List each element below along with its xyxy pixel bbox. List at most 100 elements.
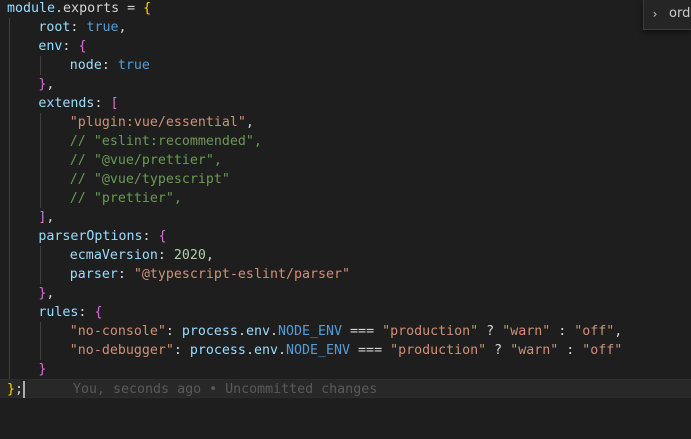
- code-token: module: [7, 1, 56, 16]
- code-token: ,: [614, 324, 623, 339]
- code-token: ?: [486, 343, 511, 358]
- find-input[interactable]: orde: [669, 5, 691, 23]
- code-token: env: [245, 324, 270, 339]
- code-token: extends: [38, 96, 95, 111]
- find-widget[interactable]: › orde: [643, 0, 691, 30]
- code-line[interactable]: },: [0, 75, 691, 94]
- indent-guide: [9, 227, 10, 246]
- indent-guide: [9, 303, 10, 322]
- indent-guide: [9, 189, 10, 208]
- code-token: {: [94, 305, 103, 320]
- code-token: :: [165, 324, 182, 339]
- code-line[interactable]: parser: "@typescript-eslint/parser": [0, 265, 691, 284]
- code-token: process: [181, 324, 238, 339]
- code-token: :: [117, 267, 134, 282]
- code-token: "production": [382, 324, 479, 339]
- code-token: :: [157, 248, 174, 263]
- indent-guide: [40, 246, 42, 265]
- code-line[interactable]: ],: [0, 208, 691, 227]
- code-token: ,: [46, 286, 55, 301]
- indent-guide: [40, 189, 42, 208]
- indent-guide: [40, 341, 42, 360]
- code-token: // "@vue/prettier",: [69, 153, 222, 168]
- code-line[interactable]: extends: [: [0, 94, 691, 113]
- indent-guide: [9, 246, 10, 265]
- indent-guide: [9, 113, 10, 132]
- indent-guide: [9, 94, 10, 113]
- code-text: "no-debugger": process.env.NODE_ENV === …: [70, 341, 623, 360]
- code-token: "@typescript-eslint/parser": [133, 267, 351, 282]
- code-token: }: [38, 362, 47, 377]
- code-editor[interactable]: module.exports = {root: true, env: {node:…: [0, 0, 691, 439]
- indent-guide: [9, 75, 10, 94]
- code-token: NODE_ENV: [286, 343, 351, 358]
- code-token: .: [277, 343, 286, 358]
- code-text: rules: {: [38, 303, 102, 322]
- code-token: // "prettier",: [69, 191, 182, 206]
- code-token: ===: [350, 343, 391, 358]
- code-text: parserOptions: {: [38, 227, 166, 246]
- code-token: .: [245, 343, 254, 358]
- code-text: // "eslint:recommended",: [70, 132, 262, 151]
- code-line[interactable]: // "eslint:recommended",: [0, 132, 691, 151]
- indent-guide: [9, 132, 10, 151]
- code-token: {: [78, 39, 87, 54]
- code-line[interactable]: env: {: [0, 37, 691, 56]
- code-token: {: [143, 1, 152, 16]
- code-token: true: [86, 20, 119, 35]
- code-line[interactable]: rules: {: [0, 303, 691, 322]
- code-line[interactable]: }: [0, 360, 691, 379]
- indent-guide: [9, 37, 10, 56]
- code-line[interactable]: parserOptions: {: [0, 227, 691, 246]
- code-token: true: [117, 58, 150, 73]
- code-line[interactable]: root: true,: [0, 18, 691, 37]
- indent-guide: [40, 151, 42, 170]
- indent-guide: [40, 132, 42, 151]
- code-token: "plugin:vue/essential": [69, 115, 246, 130]
- indent-guide: [9, 56, 10, 75]
- code-text: "plugin:vue/essential",: [70, 113, 254, 132]
- code-token: .: [237, 324, 246, 339]
- code-text: },: [38, 284, 54, 303]
- code-line[interactable]: "no-console": process.env.NODE_ENV === "…: [0, 322, 691, 341]
- code-line[interactable]: // "prettier",: [0, 189, 691, 208]
- code-text: },: [38, 75, 54, 94]
- code-token: env: [38, 39, 63, 54]
- code-token: :: [78, 305, 95, 320]
- code-token: ecmaVersion: [69, 248, 158, 263]
- code-line[interactable]: },: [0, 284, 691, 303]
- code-line[interactable]: // "@vue/prettier",: [0, 151, 691, 170]
- code-line[interactable]: ecmaVersion: 2020,: [0, 246, 691, 265]
- code-text: ],: [38, 208, 54, 227]
- code-line[interactable]: }; You, seconds ago • Uncommitted changes: [0, 379, 691, 398]
- code-line[interactable]: module.exports = {: [0, 0, 691, 18]
- code-token: ,: [46, 210, 55, 225]
- code-token: ,: [205, 248, 214, 263]
- code-token: :: [70, 20, 87, 35]
- code-text: // "@vue/prettier",: [70, 151, 222, 170]
- chevron-right-icon[interactable]: ›: [648, 6, 662, 22]
- code-line[interactable]: "no-debugger": process.env.NODE_ENV === …: [0, 341, 691, 360]
- code-token: }: [7, 382, 16, 397]
- code-text: ecmaVersion: 2020,: [70, 246, 214, 265]
- indent-guide: [9, 322, 10, 341]
- code-line[interactable]: // "@vue/typescript": [0, 170, 691, 189]
- text-cursor: [22, 381, 25, 398]
- code-text: // "@vue/typescript": [70, 170, 230, 189]
- code-token: ===: [342, 324, 383, 339]
- code-text: env: {: [38, 37, 86, 56]
- indent-guide: [40, 113, 42, 132]
- code-line[interactable]: "plugin:vue/essential",: [0, 113, 691, 132]
- code-token: :: [558, 343, 583, 358]
- code-line[interactable]: node: true: [0, 56, 691, 75]
- code-token: NODE_ENV: [278, 324, 343, 339]
- code-token: // "@vue/typescript": [69, 172, 230, 187]
- indent-guide: [40, 170, 42, 189]
- code-text: root: true,: [38, 18, 126, 37]
- indent-guide: [9, 208, 10, 227]
- code-token: ?: [478, 324, 503, 339]
- code-token: env: [253, 343, 278, 358]
- code-token: :: [173, 343, 190, 358]
- code-token: :: [101, 58, 118, 73]
- code-text: }: [38, 360, 46, 379]
